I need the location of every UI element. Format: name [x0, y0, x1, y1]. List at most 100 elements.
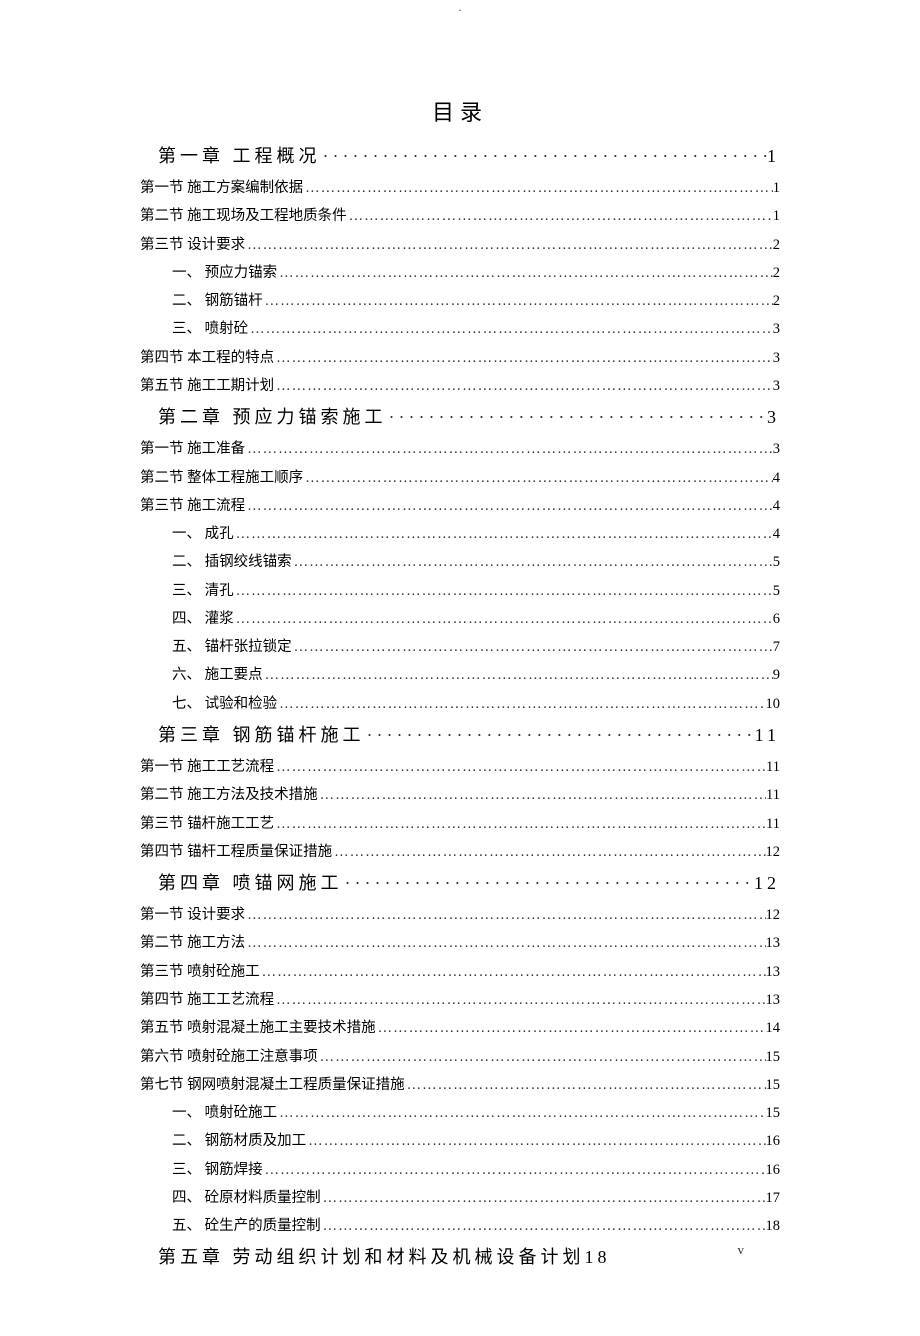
toc-entry-label: 一、 成孔: [172, 520, 234, 548]
toc-entry-label: 第三节 施工流程: [140, 492, 245, 520]
toc-dots: ……………………………………………………………………………………………………………: [234, 520, 773, 548]
toc-entry-page: 12: [766, 901, 781, 929]
toc-dots: ……………………………………………………………………………………………………………: [303, 174, 773, 202]
toc-entry-page: 2: [773, 287, 780, 315]
toc-entry: 第三节 锚杆施工工艺…………………………………………………………………………………: [140, 810, 780, 838]
toc-dots: ……………………………………………………………………………………………………………: [292, 633, 773, 661]
toc-entry-page: 11: [755, 718, 780, 753]
toc-entry-page: 3: [773, 435, 780, 463]
toc-dots: ……………………………………………………………………………………………………………: [277, 1099, 765, 1127]
toc-entry: 第二节 整体工程施工顺序……………………………………………………………………………: [140, 464, 780, 492]
toc-entry-page: 11: [766, 753, 780, 781]
toc-dots: ……………………………………………………………………………………………………………: [274, 372, 773, 400]
toc-entry: 七、 试验和检验………………………………………………………………………………………: [140, 690, 780, 718]
toc-dots: ……………………………………………………………………………………………………………: [306, 1127, 765, 1155]
toc-dots: ……………………………………………………………………………………………………………: [321, 1212, 766, 1240]
toc-entry-label: 第三节 设计要求: [140, 231, 245, 259]
toc-entry-page: 1: [773, 202, 780, 230]
toc-entry: 一、 喷射砼施工………………………………………………………………………………………: [140, 1099, 780, 1127]
toc-entry-label: 第三节 锚杆施工工艺: [140, 810, 274, 838]
toc-dots: ……………………………………………………………………………………………………………: [245, 231, 773, 259]
toc-entry: 二、 插钢绞线锚索……………………………………………………………………………………: [140, 548, 780, 576]
toc-entry: 第三章 钢筋锚杆施工······························…: [140, 718, 780, 753]
toc-dots: ……………………………………………………………………………………………………………: [234, 605, 773, 633]
toc-dots: ……………………………………………………………………………………………………………: [245, 492, 773, 520]
toc-dots: ……………………………………………………………………………………………………………: [376, 1014, 766, 1042]
toc-entry: 四、 砼原材料质量控制………………………………………………………………………………: [140, 1184, 780, 1212]
toc-entry-page: 11: [766, 781, 780, 809]
footer-page-number: v: [738, 1242, 745, 1258]
toc-dots: ……………………………………………………………………………………………………………: [274, 753, 766, 781]
toc-entry-label: 第五节 喷射混凝土施工主要技术措施: [140, 1014, 376, 1042]
toc-dots: ……………………………………………………………………………………………………………: [405, 1071, 766, 1099]
toc-entry: 第四节 本工程的特点…………………………………………………………………………………: [140, 344, 780, 372]
toc-entry-page: 18: [766, 1212, 781, 1240]
toc-entry: 一、 预应力锚索………………………………………………………………………………………: [140, 259, 780, 287]
toc-entry-page: 11: [766, 810, 780, 838]
toc-dots: ……………………………………………………………………………………………………………: [274, 344, 773, 372]
toc-entry-page: 6: [773, 605, 780, 633]
toc-entry-label: 二、 钢筋材质及加工: [172, 1127, 306, 1155]
toc-dots: ……………………………………………………………………………………………………………: [245, 435, 773, 463]
toc-entry: 二、 钢筋材质及加工…………………………………………………………………………………: [140, 1127, 780, 1155]
toc-entry: 三、 喷射砼……………………………………………………………………………………………: [140, 315, 780, 343]
toc-entry: 第三节 施工流程………………………………………………………………………………………: [140, 492, 780, 520]
toc-entry-label: 第二节 施工方法及技术措施: [140, 781, 318, 809]
toc-entry-label: 三、 喷射砼: [172, 315, 248, 343]
toc-entry: 第一章 工程概况································…: [140, 139, 780, 174]
toc-dots: ……………………………………………………………………………………………………………: [318, 1043, 766, 1071]
toc-entry: 第四章 喷锚网施工·······························…: [140, 866, 780, 901]
toc-entry: 二、 钢筋锚杆…………………………………………………………………………………………: [140, 287, 780, 315]
toc-entry-label: 五、 砼生产的质量控制: [172, 1212, 321, 1240]
toc-dots: ……………………………………………………………………………………………………………: [277, 690, 765, 718]
toc-entry: 六、 施工要点…………………………………………………………………………………………: [140, 661, 780, 689]
toc-dots: ……………………………………………………………………………………………………………: [332, 838, 765, 866]
toc-dots: ……………………………………………………………………………………………………………: [260, 958, 766, 986]
toc-entry-label: 第四节 施工工艺流程: [140, 986, 274, 1014]
toc-entry: 第四节 施工工艺流程…………………………………………………………………………………: [140, 986, 780, 1014]
toc-entry-label: 三、 钢筋焊接: [172, 1156, 263, 1184]
toc-entry-page: 18: [585, 1240, 611, 1275]
toc-entry-page: 4: [773, 464, 780, 492]
header-dot: .: [0, 0, 920, 15]
toc-dots: ……………………………………………………………………………………………………………: [234, 577, 773, 605]
toc-entry: 第三节 设计要求………………………………………………………………………………………: [140, 231, 780, 259]
toc-dots: ……………………………………………………………………………………………………………: [321, 1184, 766, 1212]
toc-dots: ········································…: [387, 400, 768, 435]
toc-entry-page: 2: [773, 231, 780, 259]
toc-dots: ……………………………………………………………………………………………………………: [318, 781, 766, 809]
toc-entry-page: 12: [766, 838, 781, 866]
toc-entry-label: 第四章 喷锚网施工: [158, 866, 343, 901]
toc-entry: 第一节 施工工艺流程…………………………………………………………………………………: [140, 753, 780, 781]
toc-entry: 第五节 喷射混凝土施工主要技术措施………………………………………………………………: [140, 1014, 780, 1042]
toc-entry-page: 1: [767, 139, 780, 174]
toc-entry: 五、 砼生产的质量控制………………………………………………………………………………: [140, 1212, 780, 1240]
toc-entry-label: 第五节 施工工期计划: [140, 372, 274, 400]
toc-dots: ……………………………………………………………………………………………………………: [347, 202, 773, 230]
toc-entry-label: 四、 砼原材料质量控制: [172, 1184, 321, 1212]
toc-entry: 第五节 施工工期计划…………………………………………………………………………………: [140, 372, 780, 400]
page-content: 目录 第一章 工程概况·····························…: [0, 35, 920, 1336]
toc-dots: ……………………………………………………………………………………………………………: [263, 287, 773, 315]
toc-dots: ……………………………………………………………………………………………………………: [303, 464, 773, 492]
toc-entry-label: 六、 施工要点: [172, 661, 263, 689]
toc-entry-page: 3: [767, 400, 780, 435]
toc-entry-page: 16: [766, 1156, 781, 1184]
toc-dots: ……………………………………………………………………………………………………………: [263, 661, 773, 689]
toc-dots: ········································…: [365, 718, 755, 753]
toc-entry-page: 17: [766, 1184, 781, 1212]
toc-entry-label: 第一节 施工工艺流程: [140, 753, 274, 781]
toc-entry: 三、 清孔………………………………………………………………………………………………: [140, 577, 780, 605]
toc-entry-page: 12: [754, 866, 780, 901]
toc-entry-page: 15: [766, 1043, 781, 1071]
toc-entry: 一、 成孔………………………………………………………………………………………………: [140, 520, 780, 548]
toc-entry-label: 第四节 锚杆工程质量保证措施: [140, 838, 332, 866]
toc-entry-label: 第三节 喷射砼施工: [140, 958, 260, 986]
toc-title: 目录: [140, 95, 780, 127]
toc-entry: 第二节 施工现场及工程地质条件……………………………………………………………………: [140, 202, 780, 230]
toc-dots: ········································…: [321, 139, 768, 174]
toc-entry-page: 2: [773, 259, 780, 287]
toc-entry-label: 第七节 钢网喷射混凝土工程质量保证措施: [140, 1071, 405, 1099]
toc-entry-label: 四、 灌浆: [172, 605, 234, 633]
toc-entry: 第五章 劳动组织计划和材料及机械设备计划18: [140, 1240, 780, 1275]
